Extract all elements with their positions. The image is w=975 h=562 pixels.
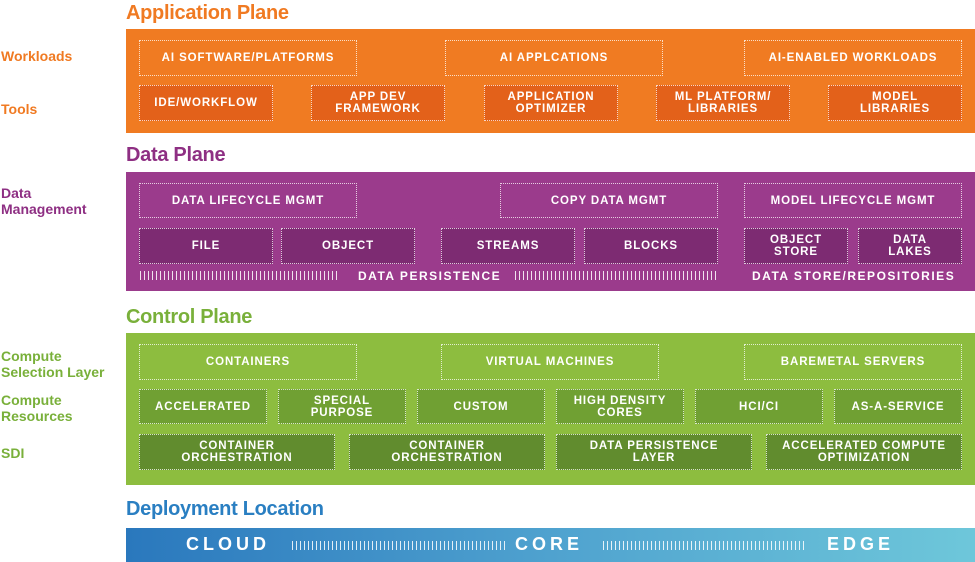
resource-box: ACCELERATED: [139, 389, 267, 424]
control-plane-panel: CONTAINERS VIRTUAL MACHINES BAREMETAL SE…: [126, 333, 975, 485]
workload-box: AI-ENABLED WORKLOADS: [744, 40, 962, 76]
tool-box: ML PLATFORM/LIBRARIES: [656, 85, 790, 121]
control-plane-title: Control Plane: [126, 306, 253, 328]
tool-box: IDE/WORKFLOW: [139, 85, 273, 121]
location-ticks-right: [603, 541, 805, 550]
application-plane-title: Application Plane: [126, 2, 289, 24]
deployment-location-bar: CLOUD CORE EDGE: [126, 528, 975, 562]
persistence-box: FILE: [139, 228, 273, 264]
workloads-label: Workloads: [1, 48, 73, 64]
location-edge: EDGE: [827, 534, 895, 554]
management-box: MODEL LIFECYCLE MGMT: [744, 183, 962, 218]
repository-box: OBJECT STORE: [744, 228, 848, 264]
data-management-label: Data Management: [1, 185, 87, 217]
location-core: CORE: [515, 534, 584, 554]
selection-box: VIRTUAL MACHINES: [441, 344, 659, 380]
selection-box: CONTAINERS: [139, 344, 357, 380]
deployment-location-title: Deployment Location: [126, 498, 324, 520]
location-ticks-left: [292, 541, 508, 550]
tool-box: APPLICATION OPTIMIZER: [484, 85, 618, 121]
tool-box: APP DEV FRAMEWORK: [311, 85, 445, 121]
management-box: COPY DATA MGMT: [500, 183, 718, 218]
workload-box: AI SOFTWARE/PLATFORMS: [139, 40, 357, 76]
persistence-box: BLOCKS: [584, 228, 718, 264]
location-cloud: CLOUD: [186, 534, 270, 554]
sdi-box: CONTAINER ORCHESTRATION: [349, 434, 545, 470]
persistence-ticks-left: [140, 271, 340, 280]
repository-box: DATA LAKES: [858, 228, 962, 264]
data-plane-title: Data Plane: [126, 144, 226, 166]
resource-box: AS-A-SERVICE: [834, 389, 962, 424]
resource-box: CUSTOM: [417, 389, 545, 424]
data-persistence-label: DATA PERSISTENCE: [358, 269, 502, 283]
tool-box: MODEL LIBRARIES: [828, 85, 962, 121]
selection-box: BAREMETAL SERVERS: [744, 344, 962, 380]
persistence-ticks-right: [515, 271, 718, 280]
persistence-box: OBJECT: [281, 228, 415, 264]
compute-selection-label: Compute Selection Layer: [1, 348, 105, 380]
resource-box: SPECIAL PURPOSE: [278, 389, 406, 424]
compute-resources-label: Compute Resources: [1, 392, 73, 424]
management-box: DATA LIFECYCLE MGMT: [139, 183, 357, 218]
sdi-box: DATA PERSISTENCE LAYER: [556, 434, 752, 470]
application-plane-panel: AI SOFTWARE/PLATFORMS AI APPLCATIONS AI-…: [126, 29, 975, 133]
sdi-label: SDI: [1, 445, 25, 461]
data-plane-panel: DATA LIFECYCLE MGMT COPY DATA MGMT MODEL…: [126, 172, 975, 291]
resource-box: HCI/CI: [695, 389, 823, 424]
data-store-label: DATA STORE/REPOSITORIES: [752, 269, 956, 283]
workload-box: AI APPLCATIONS: [445, 40, 663, 76]
sdi-box: CONTAINER ORCHESTRATION: [139, 434, 335, 470]
tools-label: Tools: [1, 101, 38, 117]
sdi-box: ACCELERATED COMPUTE OPTIMIZATION: [766, 434, 962, 470]
resource-box: HIGH DENSITY CORES: [556, 389, 684, 424]
persistence-box: STREAMS: [441, 228, 575, 264]
